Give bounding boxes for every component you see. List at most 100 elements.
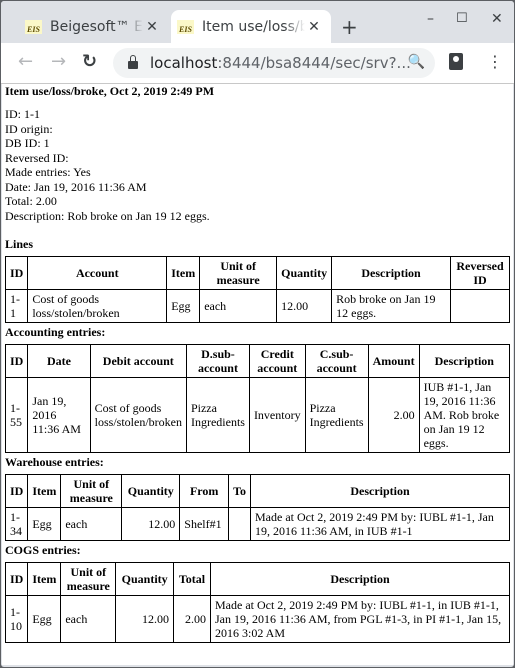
cell-quantity: 12.00 (276, 289, 333, 323)
tab-strip: EIS Beigesoft™ Enterprise Information Sy… (1, 1, 514, 43)
minimize-icon[interactable]: – (427, 11, 434, 27)
table-header-row: ID Account Item Unit of measure Quantity… (4, 256, 511, 290)
cell-debit-subaccount: Pizza Ingredients (185, 377, 250, 453)
cell-unit: each (60, 595, 117, 643)
cell-description: IUB #1-1, Jan 19, 2016 11:36 AM. Rob bro… (418, 377, 511, 453)
cell-credit-subaccount: Pizza Ingredients (304, 377, 369, 453)
column-header: Description (331, 256, 451, 290)
zoom-out-icon[interactable]: 🔍 (408, 54, 425, 70)
cell-account: Cost of goods loss/stolen/broken (27, 289, 168, 323)
maximize-icon[interactable]: ☐ (456, 11, 468, 26)
column-header: Amount (367, 344, 420, 378)
table-row: 1-55 Jan 19, 2016 11:36 AM Cost of goods… (4, 377, 511, 453)
column-header: Description (418, 344, 511, 378)
cell-item: Egg (27, 595, 62, 643)
column-header: Debit account (89, 344, 187, 378)
cell-description: Made at Oct 2, 2019 2:49 PM by: IUBL #1-… (210, 595, 510, 643)
url-path: :8444/bsa8444/sec/srv?... (217, 54, 411, 72)
column-header: From (179, 474, 230, 508)
eis-favicon-icon: EIS (177, 19, 194, 34)
reload-icon[interactable]: ↻ (82, 51, 97, 72)
column-header: Unit of measure (60, 562, 117, 596)
column-header: Item (27, 474, 62, 508)
cell-description: Made at Oct 2, 2019 2:49 PM by: IUBL #1-… (250, 507, 510, 541)
column-header: Quantity (121, 474, 181, 508)
property-id: ID: 1-1 (5, 107, 40, 121)
column-header: ID (4, 256, 29, 290)
property-description: Description: Rob broke on Jan 19 12 eggs… (5, 208, 210, 223)
close-window-icon[interactable]: ✕ (491, 11, 503, 27)
cogs-heading: COGS entries: (5, 543, 81, 557)
column-header: Unit of measure (199, 256, 278, 290)
column-header: Credit account (248, 344, 306, 378)
more-menu-icon[interactable]: ⋮ (487, 52, 503, 71)
column-header: To (228, 474, 251, 508)
document-properties: ID: 1-1 ID origin: DB ID: 1 Reversed ID:… (5, 107, 510, 223)
cell-id[interactable]: 1-55 (4, 377, 29, 453)
column-header: Reversed ID (449, 256, 511, 290)
cell-to (228, 507, 251, 541)
property-made-entries: Made entries: Yes (5, 165, 91, 179)
cell-amount: 2.00 (367, 377, 420, 453)
lock-icon (128, 55, 138, 69)
close-tab-icon[interactable]: ✕ (143, 19, 161, 35)
url-host: localhost (150, 54, 218, 72)
cell-item: Egg (27, 507, 62, 541)
cell-date: Jan 19, 2016 11:36 AM (27, 377, 91, 453)
forward-icon[interactable]: → (51, 51, 66, 72)
eis-favicon-icon: EIS (25, 19, 42, 34)
table-header-row: ID Date Debit account D.sub-account Cred… (4, 344, 511, 378)
cell-id[interactable]: 1-10 (4, 595, 29, 643)
column-header: ID (4, 474, 29, 508)
column-header: Unit of measure (60, 474, 123, 508)
property-reversed-id: Reversed ID: (5, 150, 69, 165)
column-header: Item (27, 562, 62, 596)
column-header: Total (173, 562, 211, 596)
table-row: 1-1 Cost of goods loss/stolen/broken Egg… (4, 289, 511, 323)
cell-credit-account: Inventory (248, 377, 306, 453)
table-header-row: ID Item Unit of measure Quantity Total D… (4, 562, 510, 596)
cell-reversed-id (449, 289, 511, 323)
table-header-row: ID Item Unit of measure Quantity From To… (4, 474, 510, 508)
column-header: D.sub-account (185, 344, 250, 378)
warehouse-table: ID Item Unit of measure Quantity From To… (4, 474, 510, 541)
accounting-heading: Accounting entries: (5, 325, 106, 339)
new-tab-button[interactable]: + (341, 15, 358, 39)
cell-description: Rob broke on Jan 19 12 eggs. (331, 289, 451, 323)
cell-quantity: 12.00 (121, 507, 181, 541)
accounting-table: ID Date Debit account D.sub-account Cred… (4, 344, 511, 453)
page-title: Item use/loss/broke, Oct 2, 2019 2:49 PM (5, 84, 215, 98)
column-header: Date (27, 344, 91, 378)
back-icon[interactable]: ← (18, 51, 33, 72)
column-header: ID (4, 562, 29, 596)
column-header: ID (4, 344, 29, 378)
close-tab-icon[interactable]: ✕ (305, 19, 323, 35)
column-header: C.sub-account (304, 344, 369, 378)
table-row: 1-10 Egg each 12.00 2.00 Made at Oct 2, … (4, 595, 510, 643)
cogs-table: ID Item Unit of measure Quantity Total D… (4, 562, 510, 643)
cell-from: Shelf#1 (179, 507, 230, 541)
property-id-origin: ID origin: (5, 121, 53, 136)
column-header: Quantity (115, 562, 175, 596)
property-date: Date: Jan 19, 2016 11:36 AM (5, 179, 147, 194)
table-row: 1-34 Egg each 12.00 Shelf#1 Made at Oct … (4, 507, 510, 541)
tab-beigesoft[interactable]: EIS Beigesoft™ Enterprise Information Sy… (19, 10, 169, 43)
column-header: Account (27, 256, 168, 290)
column-header: Quantity (276, 256, 333, 290)
column-header: Description (210, 562, 510, 596)
profile-extension-icon[interactable] (449, 53, 463, 70)
tab-item-use[interactable]: EIS Item use/loss/broke ✕ (171, 10, 331, 43)
browser-window: EIS Beigesoft™ Enterprise Information Sy… (1, 1, 514, 667)
column-header: Item (166, 256, 201, 290)
cell-id[interactable]: 1-1 (4, 289, 29, 323)
lines-heading: Lines (5, 237, 34, 251)
page-content: Item use/loss/broke, Oct 2, 2019 2:49 PM… (2, 84, 513, 665)
cell-total: 2.00 (173, 595, 211, 643)
lines-table: ID Account Item Unit of measure Quantity… (4, 256, 511, 323)
property-total: Total: 2.00 (5, 194, 57, 208)
cell-id[interactable]: 1-34 (4, 507, 29, 541)
address-bar[interactable]: localhost:8444/bsa8444/sec/srv?... 🔍 (113, 48, 435, 78)
property-db-id: DB ID: 1 (5, 136, 50, 150)
cell-debit-account: Cost of goods loss/stolen/broken (89, 377, 187, 453)
column-header: Description (250, 474, 510, 508)
